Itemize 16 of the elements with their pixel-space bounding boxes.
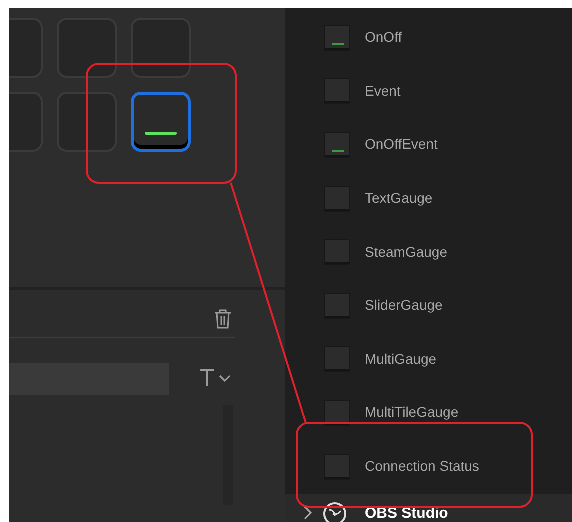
action-label[interactable]: SliderGauge <box>365 295 443 316</box>
title-field[interactable] <box>9 363 169 395</box>
chevron-down-icon <box>218 375 231 383</box>
action-label[interactable]: Connection Status <box>365 456 480 478</box>
key-button[interactable] <box>131 92 191 152</box>
circle-logo-icon <box>323 502 347 522</box>
action-label[interactable]: MultiGauge <box>365 348 437 370</box>
chevron-right-icon[interactable] <box>303 506 313 520</box>
trash-icon[interactable] <box>213 308 233 330</box>
action-label[interactable]: OnOffEvent <box>365 134 438 156</box>
font-button[interactable]: T <box>200 367 231 391</box>
action-label[interactable]: MultiTileGauge <box>365 402 459 424</box>
action-label[interactable]: SteamGauge <box>365 242 448 263</box>
action-label[interactable]: Event <box>365 80 401 102</box>
action-label[interactable]: OnOff <box>365 27 402 48</box>
action-label[interactable]: TextGauge <box>365 188 433 210</box>
